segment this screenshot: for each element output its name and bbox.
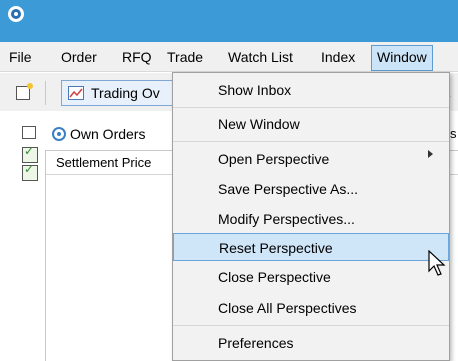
menu-rfq[interactable]: RFQ	[117, 46, 157, 68]
toolbar-separator	[45, 81, 46, 105]
menu-item-close-perspective[interactable]: Close Perspective	[173, 263, 449, 291]
chart-icon	[68, 86, 84, 100]
menu-trade[interactable]: Trade	[162, 46, 208, 68]
menu-item-show-inbox[interactable]: Show Inbox	[173, 76, 449, 104]
menu-item-close-all-perspectives[interactable]: Close All Perspectives	[173, 294, 449, 322]
menu-item-save-perspective-as[interactable]: Save Perspective As...	[173, 175, 449, 203]
new-perspective-icon[interactable]	[16, 83, 33, 100]
restore-window-icon[interactable]	[22, 126, 36, 139]
order-check-icon[interactable]	[22, 144, 38, 163]
trading-overview-label: Trading Ov	[91, 85, 160, 101]
eye-icon	[52, 127, 66, 141]
order-list-icon[interactable]	[22, 162, 38, 181]
menu-item-open-perspective[interactable]: Open Perspective	[173, 145, 449, 173]
menu-item-reset-perspective[interactable]: Reset Perspective	[173, 233, 449, 261]
submenu-arrow-icon	[428, 150, 433, 158]
menu-separator	[173, 141, 449, 142]
menu-item-preferences[interactable]: Preferences	[173, 329, 449, 357]
title-bar	[0, 0, 458, 42]
app-logo-icon[interactable]	[8, 6, 24, 22]
menu-separator	[173, 325, 449, 326]
mouse-cursor-icon	[428, 250, 446, 276]
menu-order[interactable]: Order	[56, 46, 102, 68]
menu-item-new-window[interactable]: New Window	[173, 110, 449, 138]
menu-separator	[173, 107, 449, 108]
menu-file[interactable]: File	[4, 46, 37, 68]
own-orders-tab-label: Own Orders	[70, 126, 146, 142]
menu-window[interactable]: Window	[371, 45, 433, 71]
view-fragment-text: s	[450, 126, 457, 141]
column-header-settlement-price[interactable]: Settlement Price	[56, 151, 151, 175]
menu-index[interactable]: Index	[316, 46, 360, 68]
menu-item-modify-perspectives[interactable]: Modify Perspectives...	[173, 205, 449, 233]
menu-watch-list[interactable]: Watch List	[223, 46, 298, 68]
